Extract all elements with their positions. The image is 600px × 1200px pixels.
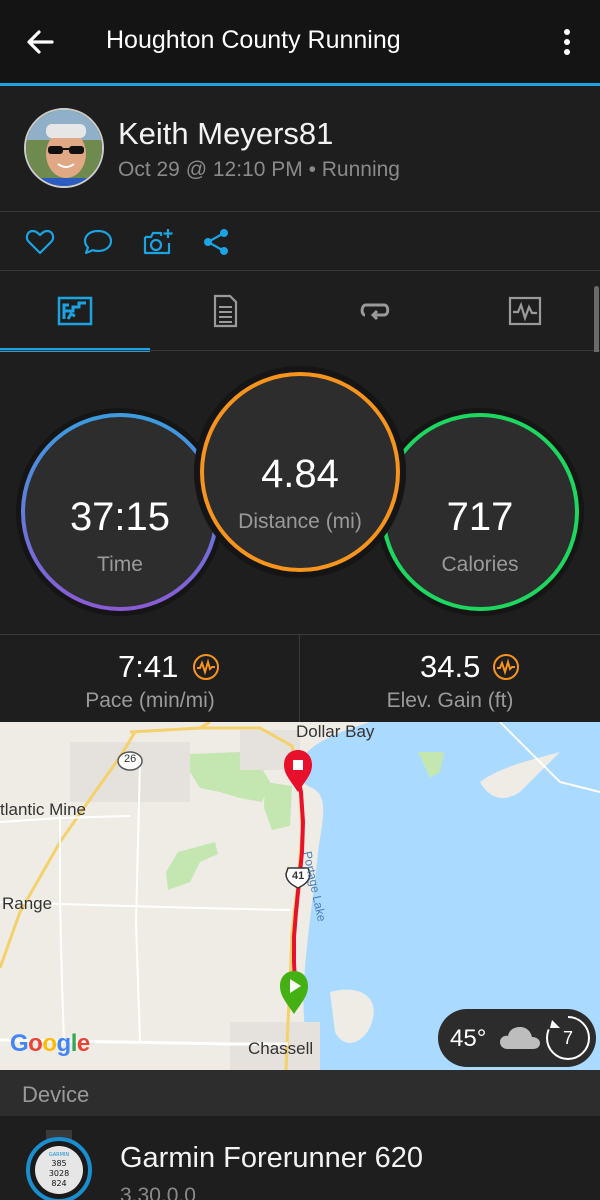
weather-temp: 45° — [450, 1025, 487, 1052]
pace-value: 7:41 — [118, 649, 179, 684]
distance-label: Distance (mi) — [238, 510, 362, 533]
device-name: Garmin Forerunner 620 — [120, 1142, 424, 1174]
device-section-title: Device — [22, 1082, 90, 1107]
weather-badge[interactable]: 45° 7 — [438, 1009, 596, 1067]
calories-stat[interactable]: 717 Calories — [383, 415, 577, 609]
tab-overview[interactable] — [0, 271, 150, 351]
distance-value: 4.84 — [261, 452, 339, 496]
tab-bar — [0, 271, 600, 351]
wind-indicator: 7 — [546, 1016, 590, 1060]
route-26-label: 26 — [124, 753, 137, 765]
pace-stat[interactable]: 7:41 Pace (min/mi) — [0, 635, 300, 723]
elevation-stat[interactable]: 34.5 Elev. Gain (ft) — [300, 635, 600, 723]
device-row[interactable]: GARMIN 385 3028 824 Garmin Forerunner 62… — [0, 1116, 600, 1200]
activity-meta: Oct 29 @ 12:10 PM • Running — [118, 158, 400, 181]
comment-icon[interactable] — [82, 226, 114, 258]
pace-chart-icon[interactable] — [192, 653, 220, 681]
tab-laps[interactable] — [300, 271, 450, 351]
overview-icon — [57, 296, 93, 326]
more-vert-icon[interactable] — [552, 24, 582, 60]
route-map[interactable]: Dollar Bay tlantic Mine Range Chassell P… — [0, 722, 600, 1070]
heart-icon[interactable] — [24, 226, 56, 258]
page-title: Houghton County Running — [106, 26, 401, 54]
share-icon[interactable] — [200, 226, 232, 258]
elevation-chart-icon[interactable] — [492, 653, 520, 681]
elevation-label: Elev. Gain (ft) — [386, 689, 514, 712]
map-label-chassell: Chassell — [248, 1039, 314, 1058]
wind-speed: 7 — [562, 1028, 573, 1048]
watch-line-3: 824 — [51, 1179, 66, 1188]
arrow-left-icon[interactable] — [22, 24, 58, 60]
map-label-atlantic-mine: tlantic Mine — [0, 800, 86, 819]
time-stat[interactable]: 37:15 Time — [23, 415, 217, 609]
secondary-stats: 7:41 Pace (min/mi) 34.5 Elev. Gain (ft) — [0, 634, 600, 723]
calories-value: 717 — [446, 495, 514, 539]
distance-stat[interactable]: 4.84 Distance (mi) — [202, 374, 398, 570]
document-icon — [213, 294, 238, 328]
map-label-range: Range — [2, 894, 53, 913]
route-41-label: 41 — [292, 870, 305, 882]
app-bar: Houghton County Running — [0, 0, 600, 84]
watch-line-1: 385 — [51, 1159, 66, 1168]
action-bar — [0, 212, 600, 270]
divider — [0, 350, 600, 351]
google-logo: Google — [10, 1030, 90, 1057]
add-photo-icon[interactable] — [142, 226, 174, 258]
device-section-header: Device — [0, 1070, 600, 1116]
calories-label: Calories — [441, 553, 519, 576]
avatar[interactable] — [24, 108, 104, 188]
user-name[interactable]: Keith Meyers81 — [118, 116, 333, 152]
watch-brand: GARMIN — [49, 1152, 70, 1158]
watch-icon: GARMIN 385 3028 824 — [26, 1130, 92, 1200]
stats-panel: 37:15 Time 4.84 Distance (mi) 717 Calori… — [0, 352, 600, 634]
chart-icon — [508, 296, 542, 326]
laps-icon — [360, 303, 390, 321]
map-label-dollar-bay: Dollar Bay — [296, 722, 375, 741]
device-version: 3.30.0.0 — [120, 1184, 196, 1200]
activity-header: Keith Meyers81 Oct 29 @ 12:10 PM • Runni… — [0, 86, 600, 212]
tab-details[interactable] — [150, 271, 300, 351]
time-label: Time — [97, 553, 143, 576]
time-value: 37:15 — [69, 495, 171, 539]
watch-line-2: 3028 — [49, 1169, 69, 1178]
elevation-value: 34.5 — [420, 649, 481, 684]
tab-charts[interactable] — [450, 271, 600, 351]
cloud-icon — [500, 1027, 540, 1049]
pace-label: Pace (min/mi) — [85, 689, 215, 712]
